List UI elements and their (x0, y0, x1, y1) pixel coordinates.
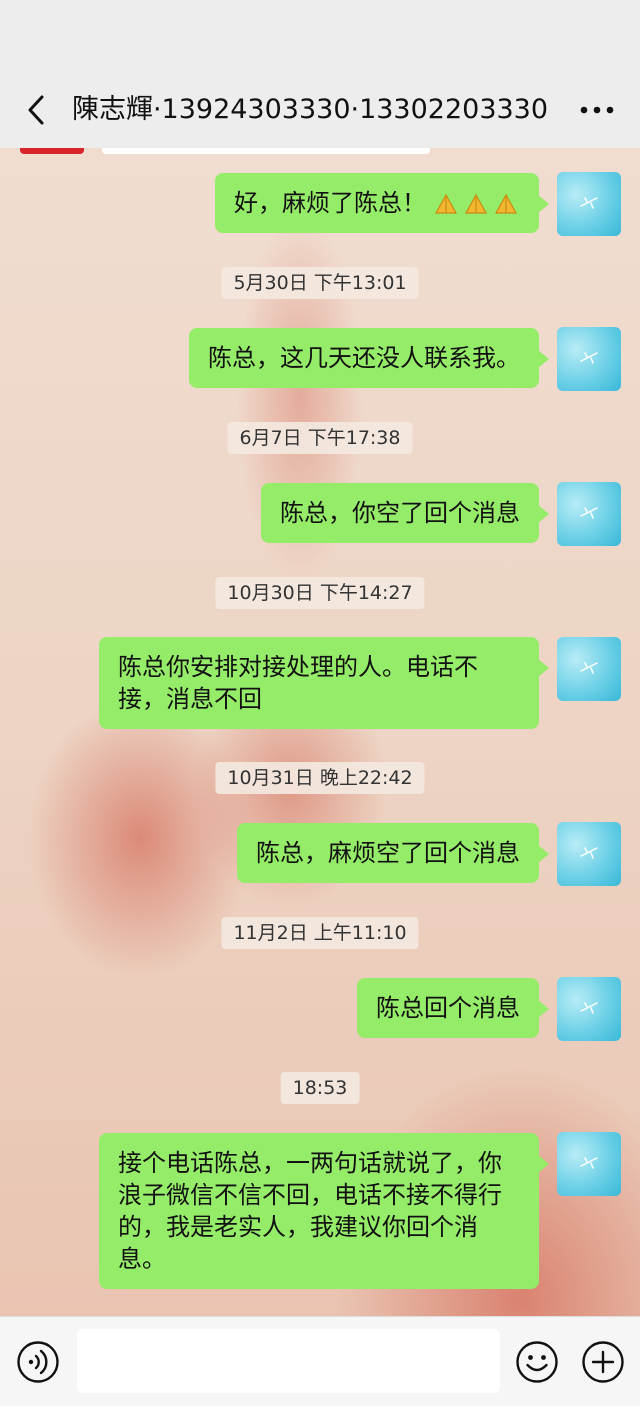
folded-hands-icon (464, 193, 488, 214)
airplane-icon (580, 662, 598, 674)
avatar[interactable] (557, 482, 621, 546)
timestamp: 10月30日 下午14:27 (215, 577, 425, 609)
message-bubble[interactable]: 陈总，这几天还没人联系我。 (189, 328, 549, 388)
chevron-left-icon (28, 95, 44, 125)
emoji-button[interactable] (514, 1339, 560, 1385)
message-text: 接个电话陈总，一两句话就说了，你浪子微信不信不回，电话不接不得行的，我是老实人，… (118, 1149, 502, 1273)
airplane-icon (580, 507, 598, 519)
chat-area[interactable]: 好，麻烦了陈总！ 5月30日 下午13:01 陈总，这几天还没人联系我。 6月7… (0, 148, 640, 1316)
avatar[interactable] (557, 327, 621, 391)
message-bubble[interactable]: 陈总你安排对接处理的人。电话不接，消息不回 (99, 637, 549, 729)
timestamp: 5月30日 下午13:01 (221, 267, 419, 299)
message-bubble[interactable]: 好，麻烦了陈总！ (215, 173, 549, 233)
partial-message-stub (20, 148, 84, 154)
message-input[interactable] (77, 1329, 500, 1393)
more-dots-icon (580, 106, 614, 114)
avatar[interactable] (557, 172, 621, 236)
plus-button[interactable] (580, 1339, 626, 1385)
message-bubble[interactable]: 陈总，你空了回个消息 (261, 483, 549, 543)
timestamp: 18:53 (280, 1072, 360, 1104)
timestamp: 10月31日 晚上22:42 (215, 762, 425, 794)
message-text: 陈总，这几天还没人联系我。 (208, 344, 520, 372)
airplane-icon (580, 1002, 598, 1014)
plus-icon (582, 1341, 624, 1383)
avatar[interactable] (557, 977, 621, 1041)
timestamp: 6月7日 下午17:38 (227, 422, 413, 454)
message-text: 陈总，麻烦空了回个消息 (256, 839, 520, 867)
message-bubble[interactable]: 陈总回个消息 (357, 978, 549, 1038)
message-bubble[interactable]: 接个电话陈总，一两句话就说了，你浪子微信不信不回，电话不接不得行的，我是老实人，… (99, 1133, 549, 1289)
message-text: 好，麻烦了陈总！ (234, 189, 426, 217)
input-bar (0, 1316, 640, 1406)
folded-hands-emoji-group (432, 193, 520, 215)
avatar[interactable] (557, 822, 621, 886)
timestamp: 11月2日 上午11:10 (221, 917, 419, 949)
airplane-icon (580, 1157, 598, 1169)
message-text: 陈总，你空了回个消息 (280, 499, 520, 527)
folded-hands-icon (494, 193, 518, 214)
folded-hands-icon (434, 193, 458, 214)
chat-title: 陳志輝·13924303330·13302203330 (71, 94, 549, 125)
more-button[interactable] (574, 92, 620, 128)
voice-button[interactable] (15, 1339, 61, 1385)
voice-icon (17, 1341, 59, 1383)
message-text: 陈总你安排对接处理的人。电话不接，消息不回 (118, 653, 478, 713)
message-bubble[interactable]: 陈总，麻烦空了回个消息 (237, 823, 549, 883)
partial-message-stub (102, 148, 430, 154)
chat-header: 陳志輝·13924303330·13302203330 (0, 0, 640, 148)
avatar[interactable] (557, 1132, 621, 1196)
airplane-icon (580, 847, 598, 859)
message-text: 陈总回个消息 (376, 994, 520, 1022)
back-button[interactable] (18, 92, 54, 128)
airplane-icon (580, 352, 598, 364)
airplane-icon (580, 197, 598, 209)
smiley-icon (516, 1341, 558, 1383)
avatar[interactable] (557, 637, 621, 701)
